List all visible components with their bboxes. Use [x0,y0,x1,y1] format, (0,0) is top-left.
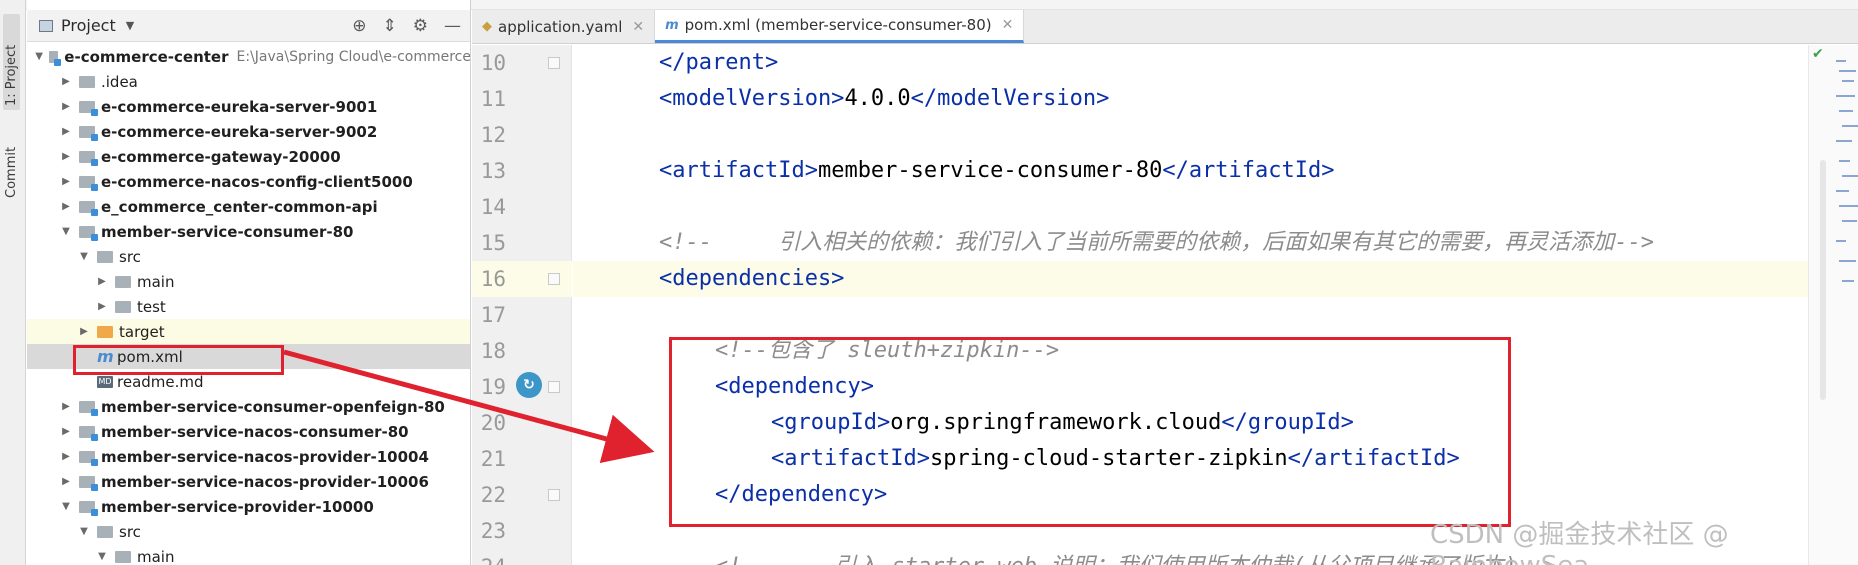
annotation-arrow [283,349,655,464]
arrow-line [283,349,655,464]
watermark: CSDN @掘金技术社区 @ RainbowSea [1430,520,1729,565]
